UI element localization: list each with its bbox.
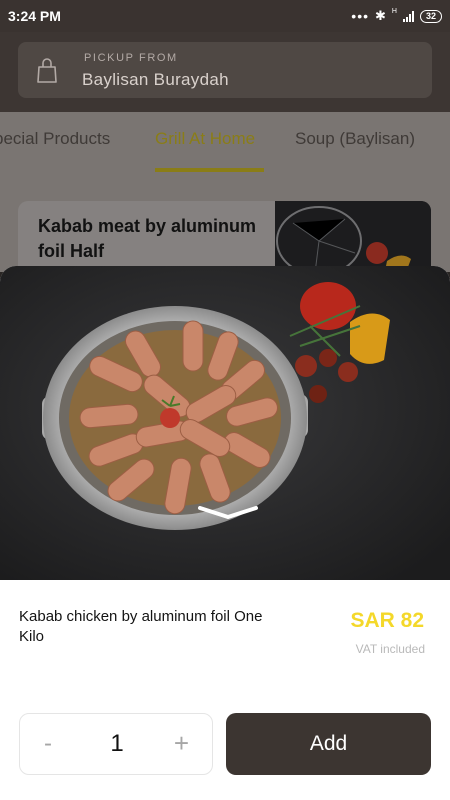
pickup-branch-name: Baylisan Buraydah bbox=[82, 70, 229, 89]
vat-note: VAT included bbox=[355, 642, 425, 656]
product-price: SAR 82 bbox=[350, 609, 424, 632]
signal-icon bbox=[402, 10, 414, 22]
status-bar: 3:24 PM ••• ✱ H 32 bbox=[0, 0, 450, 32]
product-detail-sheet: Kabab chicken by aluminum foil One Kilo … bbox=[0, 266, 450, 800]
quantity-increase-button[interactable]: + bbox=[174, 728, 189, 759]
status-icons: ••• ✱ H 32 bbox=[351, 7, 442, 25]
more-notifications-icon: ••• bbox=[351, 8, 370, 24]
menu-background: pecial Products Grill At Home Soup (Bayl… bbox=[0, 112, 450, 291]
product-name: Kabab chicken by aluminum foil One Kilo bbox=[19, 608, 263, 645]
shopping-bag-icon bbox=[37, 58, 57, 83]
pickup-label: PICKUP FROM bbox=[84, 52, 178, 64]
tab-grill-at-home[interactable]: Grill At Home bbox=[155, 129, 255, 149]
tab-special-products[interactable]: pecial Products bbox=[0, 129, 110, 149]
battery-icon: 32 bbox=[419, 9, 442, 23]
quantity-stepper: - 1 + bbox=[19, 713, 213, 775]
bluetooth-icon: ✱ bbox=[375, 8, 386, 23]
sheet-close-chevron-icon[interactable] bbox=[198, 506, 258, 520]
add-to-cart-button[interactable]: Add bbox=[226, 713, 431, 775]
network-type: H bbox=[391, 7, 397, 15]
product-card-title: Kabab meat by aluminum foil Half bbox=[38, 216, 257, 261]
status-time: 3:24 PM bbox=[8, 8, 61, 24]
product-image bbox=[0, 266, 450, 580]
tab-soup[interactable]: Soup (Baylisan) bbox=[295, 129, 415, 149]
pickup-branch-selector[interactable]: PICKUP FROM Baylisan Buraydah bbox=[18, 42, 432, 98]
active-tab-indicator bbox=[155, 168, 264, 172]
header: PICKUP FROM Baylisan Buraydah bbox=[0, 32, 450, 112]
